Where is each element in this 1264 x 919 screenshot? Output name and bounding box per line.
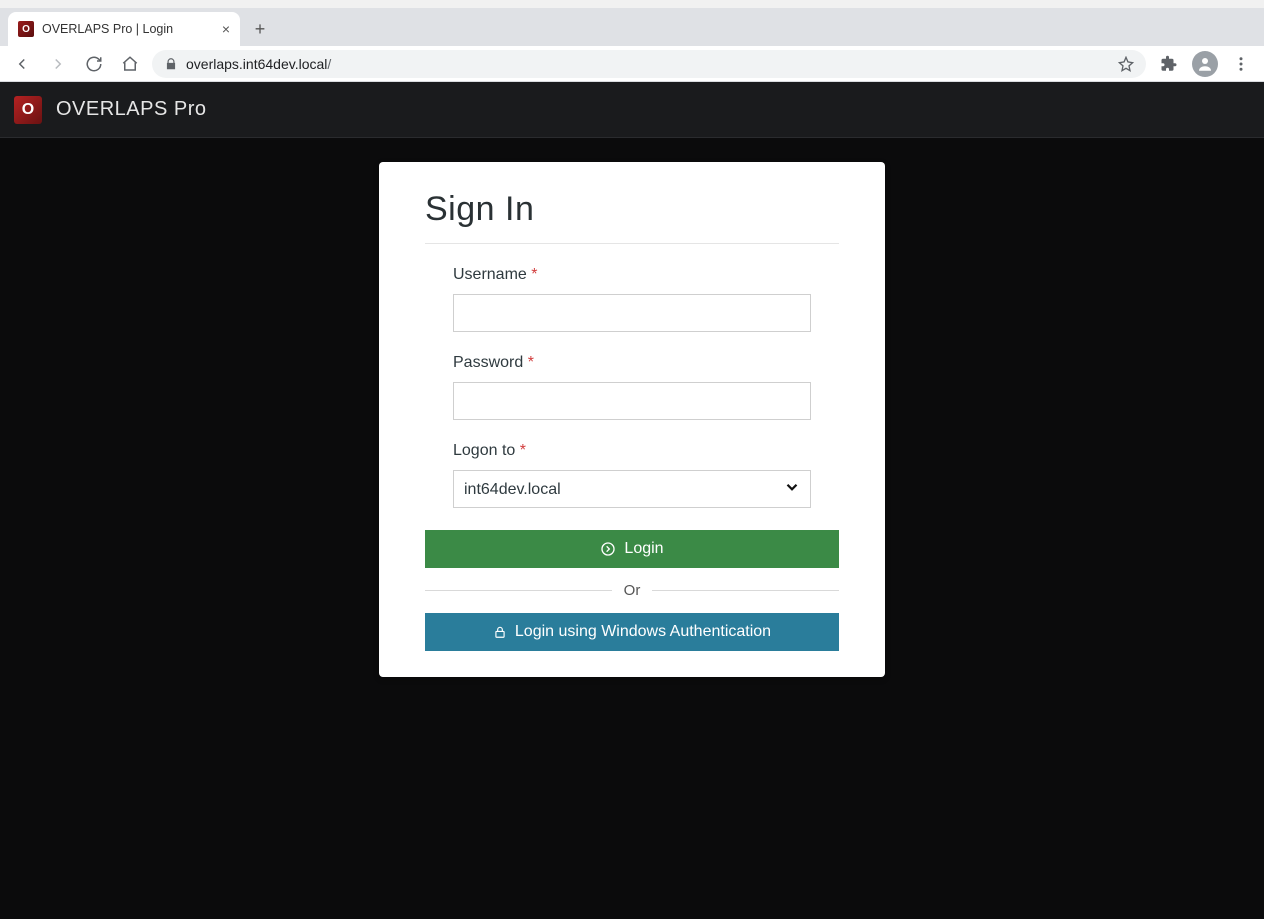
lock-icon <box>493 625 507 639</box>
url-host: overlaps.int64dev.local <box>186 56 327 72</box>
forward-button[interactable] <box>44 50 72 78</box>
or-text: Or <box>624 582 641 599</box>
back-button[interactable] <box>8 50 36 78</box>
required-mark: * <box>531 266 537 283</box>
tab-favicon-icon: O <box>18 21 34 37</box>
tab-title: OVERLAPS Pro | Login <box>42 22 214 36</box>
address-bar[interactable]: overlaps.int64dev.local/ <box>152 50 1146 78</box>
app-root: O OVERLAPS Pro Sign In Username * Passwo… <box>0 82 1264 919</box>
new-tab-button[interactable]: + <box>246 15 274 43</box>
app-title: OVERLAPS Pro <box>56 98 207 121</box>
required-mark: * <box>528 354 534 371</box>
windows-auth-button[interactable]: Login using Windows Authentication <box>425 613 839 651</box>
home-icon <box>121 55 139 73</box>
browser-tab-strip: O OVERLAPS Pro | Login × + <box>0 8 1264 46</box>
arrow-left-icon <box>13 55 31 73</box>
username-field: Username * <box>453 266 811 332</box>
username-input[interactable] <box>453 294 811 332</box>
home-button[interactable] <box>116 50 144 78</box>
signin-heading: Sign In <box>425 190 839 229</box>
page-body: Sign In Username * Password * <box>0 138 1264 919</box>
required-mark: * <box>520 442 526 459</box>
browser-toolbar: overlaps.int64dev.local/ <box>0 46 1264 82</box>
tab-close-icon[interactable]: × <box>222 21 230 37</box>
signin-card: Sign In Username * Password * <box>379 162 885 677</box>
window-titlebar <box>0 0 1264 8</box>
profile-avatar-icon[interactable] <box>1192 51 1218 77</box>
app-header: O OVERLAPS Pro <box>0 82 1264 138</box>
url-path: / <box>327 56 331 72</box>
browser-tool-icons <box>1154 51 1256 77</box>
login-button-label: Login <box>624 540 663 558</box>
browser-tab-active[interactable]: O OVERLAPS Pro | Login × <box>8 12 240 46</box>
lock-icon <box>164 57 178 71</box>
divider-line <box>425 590 612 591</box>
logon-field: Logon to * int64dev.local <box>453 442 811 508</box>
divider-line <box>652 590 839 591</box>
kebab-menu-icon[interactable] <box>1232 55 1250 73</box>
login-button[interactable]: Login <box>425 530 839 568</box>
username-label: Username * <box>453 266 811 284</box>
reload-button[interactable] <box>80 50 108 78</box>
or-divider: Or <box>425 582 839 599</box>
password-input[interactable] <box>453 382 811 420</box>
url-text: overlaps.int64dev.local/ <box>186 56 1110 72</box>
password-field: Password * <box>453 354 811 420</box>
arrow-right-icon <box>49 55 67 73</box>
reload-icon <box>85 55 103 73</box>
logon-select[interactable]: int64dev.local <box>453 470 811 508</box>
app-logo-icon: O <box>14 96 42 124</box>
password-label-text: Password <box>453 354 523 371</box>
logon-label-text: Logon to <box>453 442 515 459</box>
form-fields: Username * Password * Logon to * <box>425 266 839 508</box>
divider <box>425 243 839 244</box>
bookmark-icon[interactable] <box>1118 56 1134 72</box>
password-label: Password * <box>453 354 811 372</box>
username-label-text: Username <box>453 266 527 283</box>
windows-auth-label: Login using Windows Authentication <box>515 623 771 641</box>
logon-label: Logon to * <box>453 442 811 460</box>
extensions-icon[interactable] <box>1160 55 1178 73</box>
login-arrow-icon <box>600 541 616 557</box>
